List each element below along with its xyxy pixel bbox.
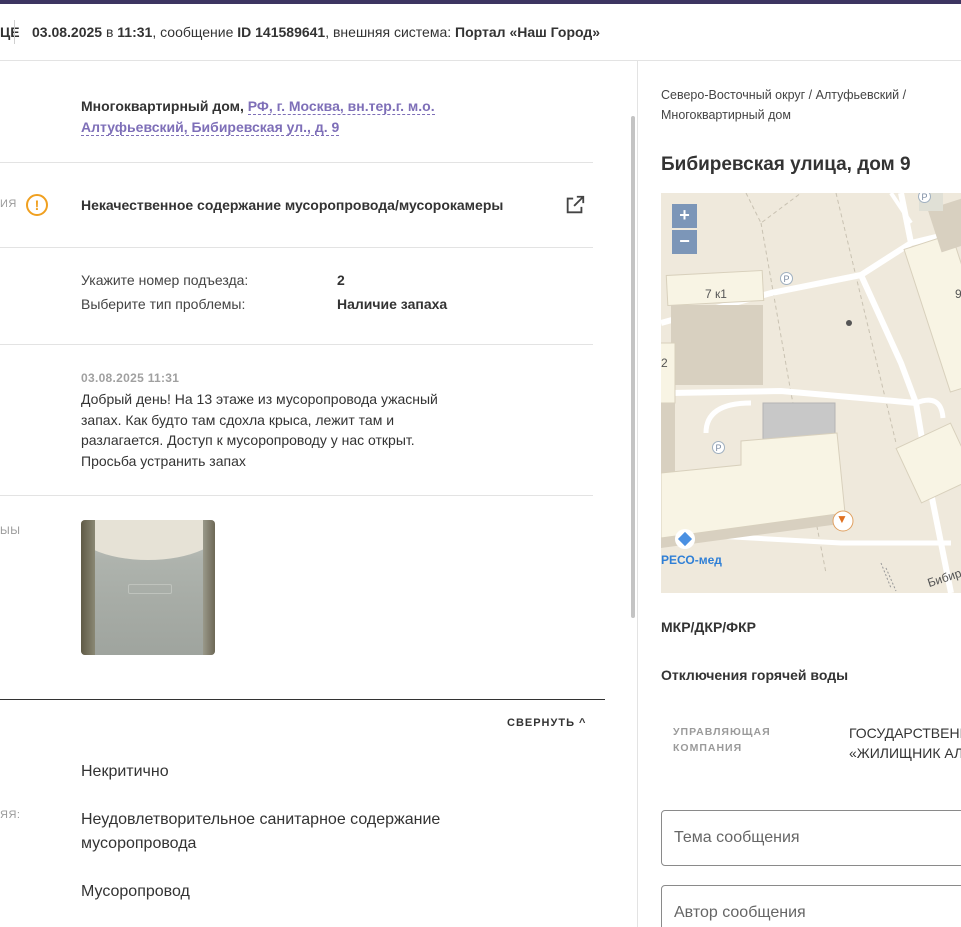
chevron-up-icon: ^ [578, 717, 587, 729]
message-text: Добрый день! На 13 этаже из мусоропровод… [81, 391, 438, 469]
header-separator [14, 20, 15, 44]
problem-type-value: Наличие запаха [337, 296, 448, 312]
map-label-building: 7 к1 [705, 287, 727, 301]
object-value: Мусоропровод [81, 883, 190, 900]
management-company-line: ГОСУДАРСТВЕНН [849, 725, 961, 741]
management-company-label: УПРАВЛЯЮЩАЯ КОМПАНИЯ [673, 726, 771, 754]
subject-input[interactable] [661, 810, 961, 866]
details-panel [0, 61, 638, 927]
map-label-building: 2 [661, 356, 668, 370]
map-parking-icon: P [780, 272, 793, 285]
open-external-icon[interactable] [564, 194, 586, 216]
category-cut-label: ИЯ [0, 198, 17, 210]
map-parking-icon: P [712, 441, 725, 454]
collapse-label: СВЕРНУТЬ [507, 717, 575, 729]
message-id: ID 141589641 [237, 24, 326, 40]
author-input[interactable] [661, 885, 961, 927]
header-cut-word: ЦЕ [0, 24, 20, 40]
warning-icon: ! [26, 194, 48, 216]
map[interactable]: + − 7 к1 2 9 P P P ▼ РЕСО-мед Бибир [661, 193, 961, 593]
hot-water-label: Отключения горячей воды [661, 667, 849, 683]
section-divider [0, 699, 605, 700]
entrance-label: Укажите номер подъезда: [81, 272, 249, 288]
message-header: ЦЕ 03.08.2025 в 11:31, сообщение ID 1415… [0, 4, 961, 61]
criticality-value: Некритично [81, 763, 169, 780]
collapse-button[interactable]: СВЕРНУТЬ ^ [507, 717, 586, 729]
problem-value: Неудовлетворительное санитарное содержан… [81, 811, 441, 852]
photos-cut-label: ЫЫ [0, 525, 21, 537]
mkr-label: МКР/ДКР/ФКР [661, 619, 757, 635]
message-at: в [102, 24, 118, 40]
category-title: Некачественное содержание мусоропровода/… [81, 197, 504, 213]
place-title: Бибиревская улица, дом 9 [661, 154, 911, 175]
attached-photo[interactable] [81, 520, 215, 655]
entrance-value: 2 [337, 272, 345, 288]
divider [0, 162, 593, 163]
cocktail-icon: ▼ [836, 512, 848, 526]
management-company-line: «ЖИЛИЩНИК АЛТ [849, 745, 961, 761]
object-type: Многоквартирный дом, [81, 98, 248, 114]
photo-detail [128, 584, 172, 594]
classification-cut-label: ЯЯ: [0, 809, 21, 821]
message-time: 11:31 [117, 24, 153, 40]
message-text-date: 03.08.2025 11:31 [81, 371, 180, 385]
ext-system-name: Портал «Наш Город» [455, 24, 601, 40]
scrollbar[interactable] [631, 116, 635, 618]
divider [0, 495, 593, 496]
map-poi-label: РЕСО-мед [661, 553, 722, 567]
side-panel: Северо-Восточный округ / Алтуфьевский / … [638, 61, 961, 927]
map-label-building: 9 [955, 287, 961, 301]
photo-detail [203, 520, 215, 655]
message-date: 03.08.2025 [32, 24, 103, 40]
ext-system-prefix: , внешняя система: [325, 24, 456, 40]
map-canvas [661, 193, 961, 593]
message-info: 03.08.2025 в 11:31, сообщение ID 1415896… [32, 24, 600, 40]
management-company-value: ГОСУДАРСТВЕНН «ЖИЛИЩНИК АЛТ [849, 723, 961, 763]
photo-detail [81, 520, 215, 560]
zoom-in-button[interactable]: + [672, 204, 697, 228]
message-prefix: , сообщение [152, 24, 238, 40]
breadcrumb: Северо-Восточный округ / Алтуфьевский / … [661, 88, 907, 122]
divider [0, 247, 593, 248]
divider [0, 344, 593, 345]
zoom-out-button[interactable]: − [672, 230, 697, 254]
photo-detail [81, 520, 95, 655]
problem-type-label: Выберите тип проблемы: [81, 296, 246, 312]
address-row: Многоквартирный дом, РФ, г. Москва, вн.т… [81, 96, 531, 138]
